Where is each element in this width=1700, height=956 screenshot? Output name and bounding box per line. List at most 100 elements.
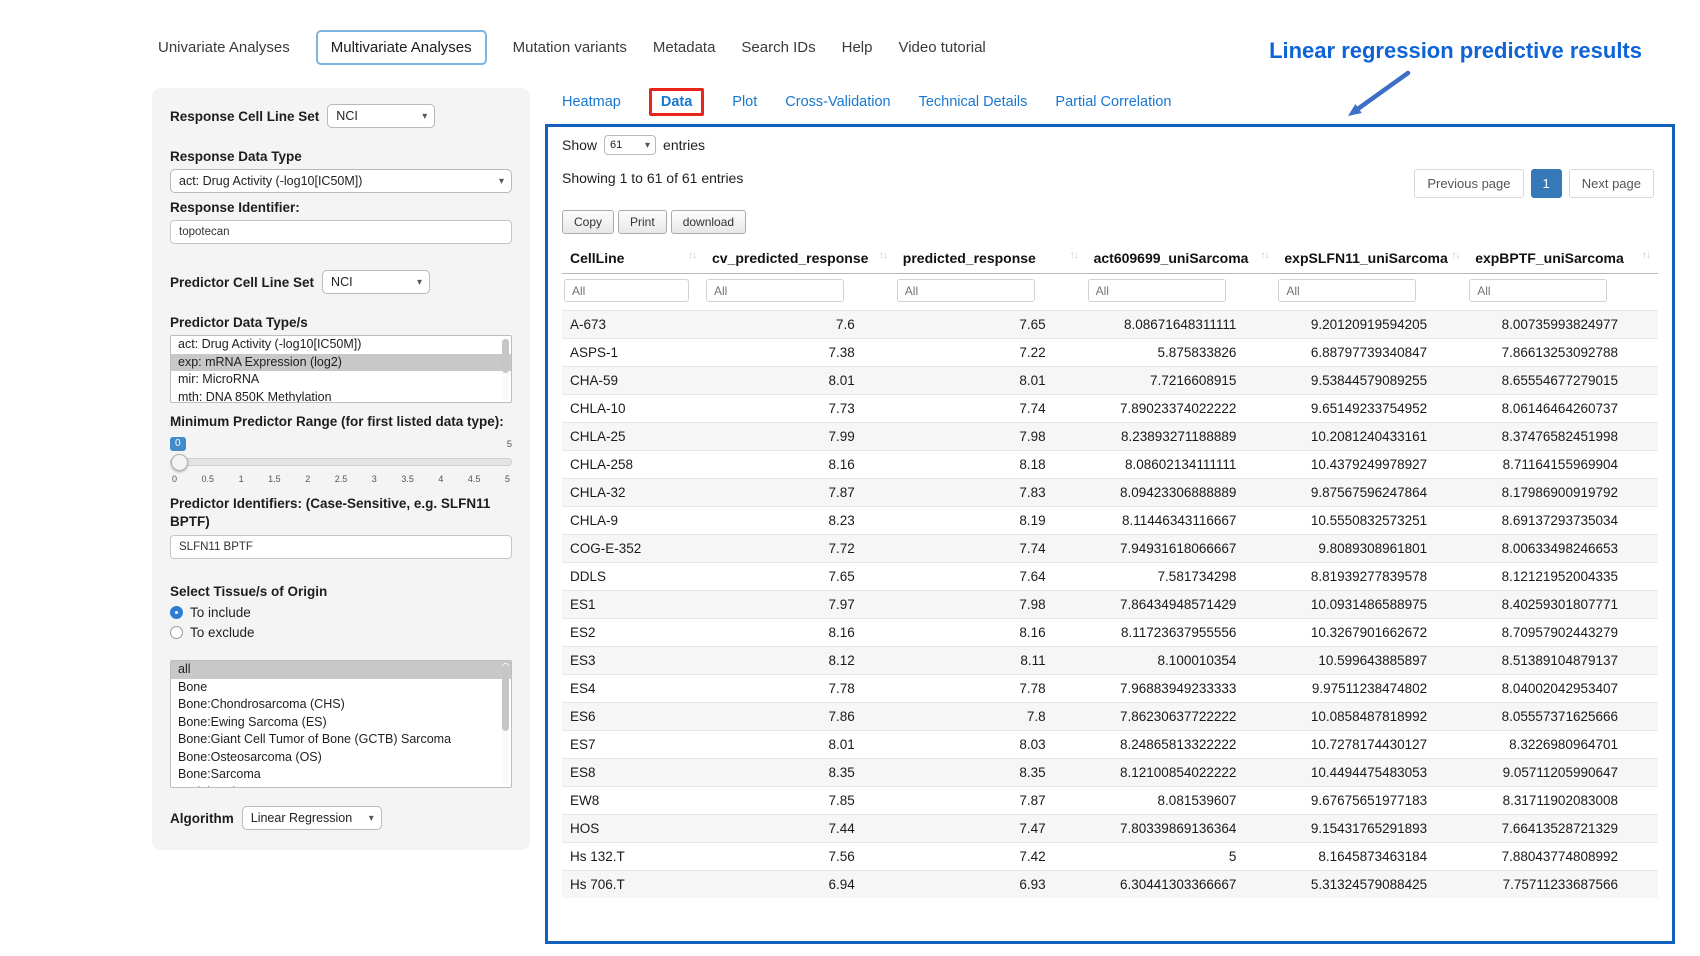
table-body: A-6737.67.658.086716483111119.2012091959… xyxy=(562,311,1658,899)
tissue-list[interactable]: allBoneBone:Chondrosarcoma (CHS)Bone:Ewi… xyxy=(170,660,512,788)
table-row[interactable]: CHLA-257.997.988.2389327118888910.208124… xyxy=(562,423,1658,451)
cell-line-name: HOS xyxy=(562,815,704,843)
table-row[interactable]: ASPS-17.387.225.8758338266.8879773934084… xyxy=(562,339,1658,367)
nav-item-mutation-variants[interactable]: Mutation variants xyxy=(513,32,627,63)
list-option-peripheral-nervous-system[interactable]: Peripheral_Nervous_System xyxy=(171,784,511,789)
sort-icon[interactable]: ↑↓ xyxy=(1070,250,1078,261)
tab-technical-details[interactable]: Technical Details xyxy=(919,94,1028,110)
cell-value: 8.65554677279015 xyxy=(1467,367,1658,395)
radio-to-include[interactable]: To include xyxy=(170,605,512,620)
tab-plot[interactable]: Plot xyxy=(732,94,757,110)
min-predictor-range-slider[interactable]: 0 5 00.511.522.533.544.55 xyxy=(170,437,512,487)
table-row[interactable]: ES47.787.787.968839492333339.97511238474… xyxy=(562,675,1658,703)
table-row[interactable]: EW87.857.878.0815396079.676756519771838.… xyxy=(562,787,1658,815)
entries-count-select[interactable]: 61 ▾ xyxy=(604,135,656,155)
nav-item-help[interactable]: Help xyxy=(842,32,873,63)
column-header-predicted-response[interactable]: ↑↓predicted_response xyxy=(895,242,1086,274)
table-row[interactable]: CHLA-2588.168.188.0860213411111110.43792… xyxy=(562,451,1658,479)
scrollbar[interactable] xyxy=(502,338,509,400)
column-header-expslfn11-unisarcoma[interactable]: ↑↓expSLFN11_uniSarcoma xyxy=(1276,242,1467,274)
table-row[interactable]: DDLS7.657.647.5817342988.819392778395788… xyxy=(562,563,1658,591)
list-option-bone-chondrosarcoma-chs[interactable]: Bone:Chondrosarcoma (CHS) xyxy=(171,696,511,714)
filter-input-cv-predicted-response[interactable] xyxy=(706,279,844,302)
scrollbar-thumb[interactable] xyxy=(502,339,509,373)
radio-to-exclude[interactable]: To exclude xyxy=(170,625,512,640)
sort-icon[interactable]: ↑↓ xyxy=(1260,250,1268,261)
previous-page-button[interactable]: Previous page xyxy=(1414,169,1523,198)
copy-button[interactable]: Copy xyxy=(562,210,614,234)
list-option-bone[interactable]: Bone xyxy=(171,679,511,697)
tab-heatmap[interactable]: Heatmap xyxy=(562,94,621,110)
filter-input-act609699-unisarcoma[interactable] xyxy=(1088,279,1226,302)
table-row[interactable]: ES78.018.038.2486581332222210.7278174430… xyxy=(562,731,1658,759)
filter-input-expslfn11-unisarcoma[interactable] xyxy=(1278,279,1416,302)
sort-icon[interactable]: ↑↓ xyxy=(879,250,887,261)
list-option-bone-ewing-sarcoma-es[interactable]: Bone:Ewing Sarcoma (ES) xyxy=(171,714,511,732)
list-option-act-drug-activity-log10-ic50m[interactable]: act: Drug Activity (-log10[IC50M]) xyxy=(171,336,511,354)
sort-icon[interactable]: ↑↓ xyxy=(1451,250,1459,261)
list-option-exp-mrna-expression-log2[interactable]: exp: mRNA Expression (log2) xyxy=(171,354,511,372)
radio-checked-icon xyxy=(170,606,183,619)
algorithm-select[interactable]: Linear Regression ▾ xyxy=(242,806,382,830)
slider-track[interactable] xyxy=(170,458,512,466)
next-page-button[interactable]: Next page xyxy=(1569,169,1654,198)
scrollbar[interactable] xyxy=(502,663,509,785)
sort-icon[interactable]: ↑↓ xyxy=(688,250,696,261)
slider-handle[interactable] xyxy=(171,454,188,471)
column-header-cellline[interactable]: ↑↓CellLine xyxy=(562,242,704,274)
nav-item-video-tutorial[interactable]: Video tutorial xyxy=(898,32,985,63)
table-row[interactable]: CHLA-327.877.838.094233068888899.8756759… xyxy=(562,479,1658,507)
page-number-button[interactable]: 1 xyxy=(1531,169,1562,198)
list-option-mth-dna-850k-methylation[interactable]: mth: DNA 850K Methylation xyxy=(171,389,511,404)
table-row[interactable]: ES38.128.118.10001035410.5996438858978.5… xyxy=(562,647,1658,675)
response-cell-line-set-select[interactable]: NCI ▾ xyxy=(327,104,435,128)
print-button[interactable]: Print xyxy=(618,210,667,234)
filter-input-expbptf-unisarcoma[interactable] xyxy=(1469,279,1607,302)
filter-input-predicted-response[interactable] xyxy=(897,279,1035,302)
cell-value: 8.08671648311111 xyxy=(1086,311,1277,339)
column-header-expbptf-unisarcoma[interactable]: ↑↓expBPTF_uniSarcoma xyxy=(1467,242,1658,274)
nav-item-multivariate-analyses[interactable]: Multivariate Analyses xyxy=(316,30,487,65)
filter-cell xyxy=(1467,274,1658,311)
column-header-cv-predicted-response[interactable]: ↑↓cv_predicted_response xyxy=(704,242,895,274)
table-row[interactable]: ES28.168.168.1172363795555610.3267901662… xyxy=(562,619,1658,647)
table-row[interactable]: ES67.867.87.8623063772222210.08584878189… xyxy=(562,703,1658,731)
table-row[interactable]: CHLA-107.737.747.890233740222229.6514923… xyxy=(562,395,1658,423)
table-row[interactable]: CHA-598.018.017.72166089159.538445790892… xyxy=(562,367,1658,395)
predictor-identifiers-input[interactable] xyxy=(170,535,512,559)
table-row[interactable]: Hs 706.T6.946.936.304413033666675.313245… xyxy=(562,871,1658,899)
nav-item-metadata[interactable]: Metadata xyxy=(653,32,716,63)
cell-value: 8.12121952004335 xyxy=(1467,563,1658,591)
nav-item-search-ids[interactable]: Search IDs xyxy=(741,32,815,63)
table-row[interactable]: COG-E-3527.727.747.949316180666679.80893… xyxy=(562,535,1658,563)
list-option-all[interactable]: all xyxy=(171,661,511,679)
download-button[interactable]: download xyxy=(671,210,746,234)
tab-cross-validation[interactable]: Cross-Validation xyxy=(785,94,890,110)
table-row[interactable]: ES88.358.358.1210085402222210.4494475483… xyxy=(562,759,1658,787)
cell-line-name: ES1 xyxy=(562,591,704,619)
tab-data[interactable]: Data xyxy=(649,88,704,116)
cell-line-name: ES7 xyxy=(562,731,704,759)
list-option-mir-microrna[interactable]: mir: MicroRNA xyxy=(171,371,511,389)
sort-icon[interactable]: ↑↓ xyxy=(1642,250,1650,261)
table-row[interactable]: A-6737.67.658.086716483111119.2012091959… xyxy=(562,311,1658,339)
list-option-bone-osteosarcoma-os[interactable]: Bone:Osteosarcoma (OS) xyxy=(171,749,511,767)
scrollbar-thumb[interactable] xyxy=(502,664,509,731)
chevron-down-icon: ▾ xyxy=(499,176,504,187)
table-row[interactable]: ES17.977.987.8643494857142910.0931486588… xyxy=(562,591,1658,619)
table-row[interactable]: CHLA-98.238.198.1144634311666710.5550832… xyxy=(562,507,1658,535)
predictor-cell-line-set-select[interactable]: NCI ▾ xyxy=(322,270,430,294)
cell-value: 8.11446343116667 xyxy=(1086,507,1277,535)
response-identifier-input[interactable] xyxy=(170,220,512,244)
list-option-bone-sarcoma[interactable]: Bone:Sarcoma xyxy=(171,766,511,784)
column-header-act609699-unisarcoma[interactable]: ↑↓act609699_uniSarcoma xyxy=(1086,242,1277,274)
cell-value: 7.66413528721329 xyxy=(1467,815,1658,843)
nav-item-univariate-analyses[interactable]: Univariate Analyses xyxy=(158,32,290,63)
response-data-type-select[interactable]: act: Drug Activity (-log10[IC50M]) ▾ xyxy=(170,169,512,193)
predictor-data-type-list[interactable]: act: Drug Activity (-log10[IC50M])exp: m… xyxy=(170,335,512,403)
table-row[interactable]: Hs 132.T7.567.4258.16458734631847.880437… xyxy=(562,843,1658,871)
filter-input-cellline[interactable] xyxy=(564,279,689,302)
table-row[interactable]: HOS7.447.477.803398691363649.15431765291… xyxy=(562,815,1658,843)
tab-partial-correlation[interactable]: Partial Correlation xyxy=(1055,94,1171,110)
list-option-bone-giant-cell-tumor-of-bone-gctb-sarcoma[interactable]: Bone:Giant Cell Tumor of Bone (GCTB) Sar… xyxy=(171,731,511,749)
